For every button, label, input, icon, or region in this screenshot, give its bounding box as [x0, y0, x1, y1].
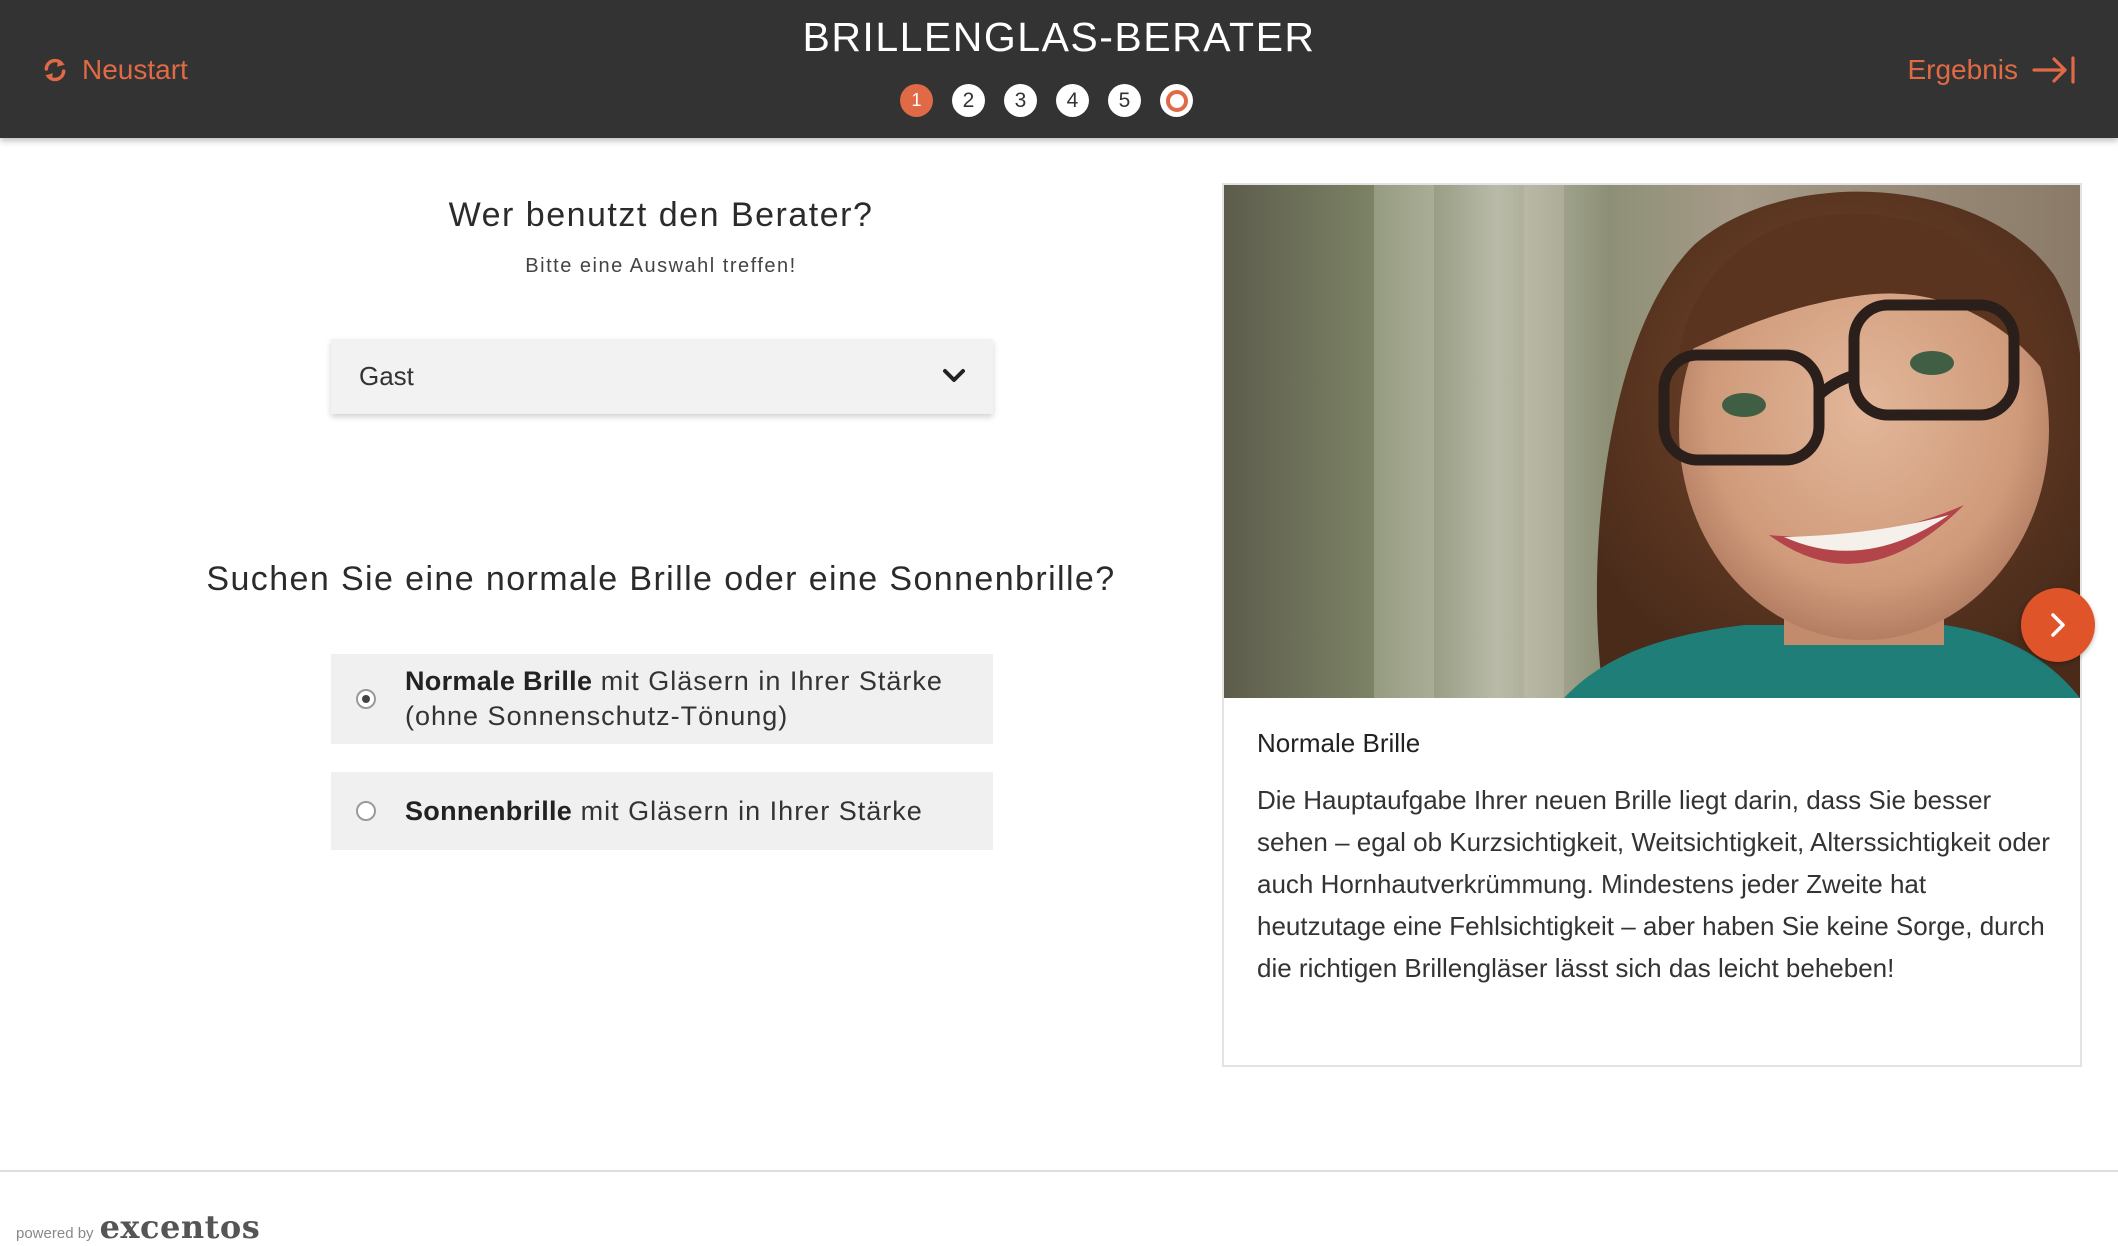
option-sunglasses[interactable]: Sonnenbrille mit Gläsern in Ihrer Stärke — [331, 772, 993, 850]
option-sunglasses-label: Sonnenbrille mit Gläsern in Ihrer Stärke — [405, 795, 923, 826]
powered-by-label: powered by — [16, 1225, 94, 1242]
chevron-down-icon — [943, 369, 965, 382]
step-3[interactable]: 3 — [1004, 84, 1037, 117]
user-select[interactable]: Gast — [331, 339, 993, 414]
question-1-subtitle: Bitte eine Auswahl treffen! — [525, 255, 797, 277]
question-2-title: Suchen Sie eine normale Brille oder eine… — [206, 560, 1116, 598]
result-ring-icon — [1165, 89, 1188, 112]
radio-sunglasses[interactable] — [356, 801, 376, 821]
excentos-logo: excentos — [99, 1208, 261, 1246]
arrow-to-end-icon — [2032, 56, 2075, 84]
product-photo — [1224, 185, 2080, 698]
result-label: Ergebnis — [1907, 54, 2018, 85]
step-indicator: 1 2 3 4 5 — [900, 84, 1193, 118]
radio-normal-glasses[interactable] — [356, 689, 376, 709]
option-normal-glasses[interactable]: Normale Brille mit Gläsern in Ihrer Stär… — [331, 654, 993, 744]
step-result[interactable] — [1160, 84, 1193, 117]
step-5[interactable]: 5 — [1108, 84, 1141, 117]
question-1-title: Wer benutzt den Berater? — [448, 196, 874, 234]
info-card-text: Die Hauptaufgabe Ihrer neuen Brille lieg… — [1257, 785, 2050, 983]
step-1[interactable]: 1 — [900, 84, 933, 117]
result-button[interactable]: Ergebnis — [1907, 50, 2076, 90]
page-title: BRILLENGLAS-BERATER — [802, 14, 1316, 60]
info-card-title: Normale Brille — [1257, 728, 1421, 758]
next-image-button[interactable] — [2021, 588, 2095, 662]
chevron-right-icon — [2051, 613, 2065, 637]
powered-by[interactable]: powered by excentos — [16, 1208, 260, 1246]
step-2[interactable]: 2 — [952, 84, 985, 117]
option-normal-glasses-label: Normale Brille mit Gläsern in Ihrer Stär… — [405, 666, 943, 731]
header-bar: Neustart BRILLENGLAS-BERATER 1 2 3 4 5 E… — [0, 0, 2118, 138]
step-4[interactable]: 4 — [1056, 84, 1089, 117]
user-select-value: Gast — [359, 361, 414, 391]
footer-divider — [0, 1170, 2118, 1172]
